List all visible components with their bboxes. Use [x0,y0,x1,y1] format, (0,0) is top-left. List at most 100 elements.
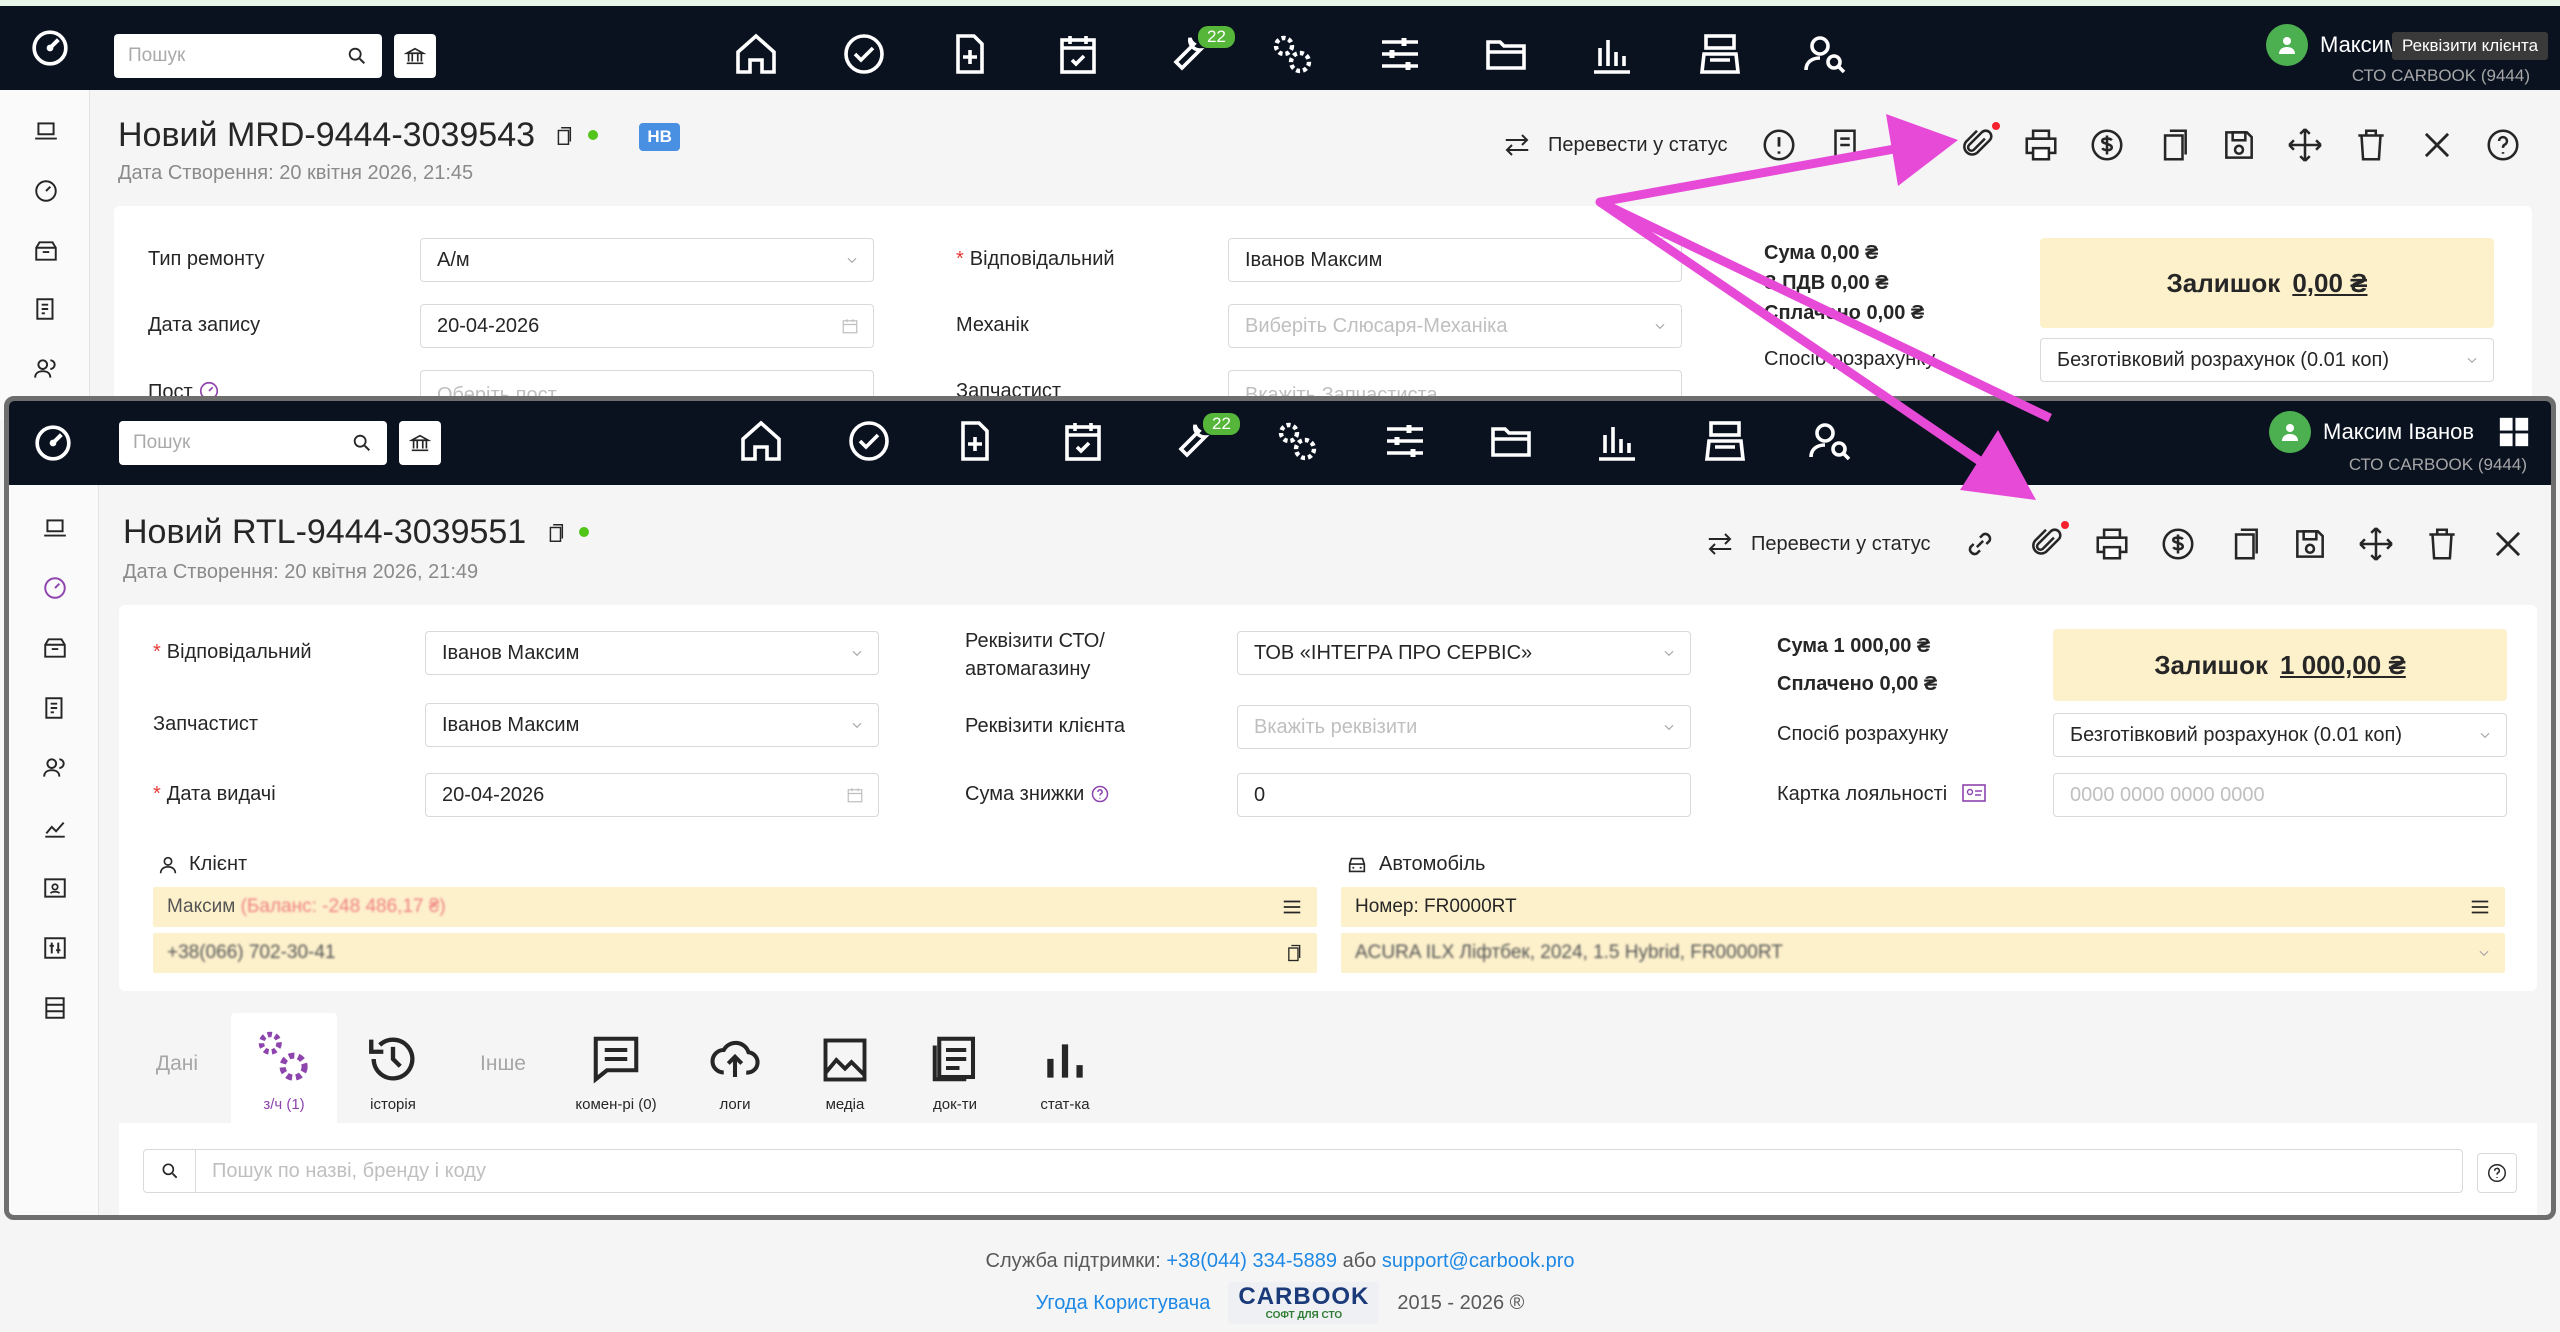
support-phone-link[interactable]: +38(044) 334-5889 [1166,1250,1337,1272]
sidebar-idcard-icon[interactable] [42,875,68,901]
tab-logs[interactable]: логи [685,1013,785,1123]
sidebar-box-icon[interactable] [42,635,68,661]
top-save-icon[interactable] [2220,126,2258,164]
top-warning-icon[interactable] [1760,126,1798,164]
bottom-close-icon[interactable] [2489,525,2527,563]
car-number-row[interactable]: Номер: FR0000RT [1341,887,2505,927]
loyalty-card-input[interactable]: 0000 0000 0000 0000 [2053,773,2507,817]
bottom-delete-icon[interactable] [2423,525,2461,563]
tab-media[interactable]: медіа [795,1013,895,1123]
bottom-payment-icon[interactable] [2159,525,2197,563]
top-move-icon[interactable] [2286,126,2324,164]
nav-new-order-icon[interactable] [946,30,994,78]
bottom-print-icon[interactable] [2093,525,2131,563]
bottom-user-menu[interactable]: Максим Іванов [2269,411,2474,453]
top-user-menu[interactable]: Максим [2266,24,2399,66]
sto-requisites-select[interactable]: ТОВ «ІНТЕГРА ПРО СЕРВІС» [1237,631,1691,675]
bottom-parts-select[interactable]: Іванов Максим [425,703,879,747]
loyalty-card-icon[interactable] [1961,783,1987,803]
nav-folder-icon[interactable] [1487,417,1535,465]
top-invoice-icon[interactable] [1826,126,1864,164]
bottom-save-icon[interactable] [2291,525,2329,563]
nav-bars-icon[interactable] [1593,417,1641,465]
sidebar-users-icon[interactable] [33,356,59,382]
top-help-icon[interactable] [2484,126,2522,164]
bottom-change-status-button[interactable]: Перевести у статус [1703,529,1931,559]
top-delete-icon[interactable] [2352,126,2390,164]
sidebar-box-icon[interactable] [33,238,59,264]
record-date-picker[interactable]: 20-04-2026 [420,304,874,348]
sidebar-laptop-icon[interactable] [42,515,68,541]
nav-home-icon[interactable] [737,417,785,465]
car-description-row[interactable]: ACURA ILX Ліфтбек, 2024, 1.5 Hybrid, FR0… [1341,933,2505,973]
tab-other[interactable]: Інше [453,1009,553,1119]
nav-new-order-icon[interactable] [951,417,999,465]
top-print-icon[interactable] [2022,126,2060,164]
tab-history[interactable]: історія [343,1013,443,1123]
bottom-move-icon[interactable] [2357,525,2395,563]
nav-sliders-icon[interactable] [1381,417,1429,465]
top-change-status-button[interactable]: Перевести у статус [1500,130,1728,160]
mechanic-select[interactable]: Виберіть Слюсаря-Механіка [1228,304,1682,348]
sidebar-laptop-icon[interactable] [33,118,59,144]
parts-search-input[interactable]: Пошук по назві, бренду і коду [143,1149,2463,1193]
nav-user-search-icon[interactable] [1807,417,1855,465]
copy-phone-icon[interactable] [1283,943,1303,963]
repair-type-select[interactable]: А/м [420,238,874,282]
nav-calendar-icon[interactable] [1054,30,1102,78]
client-requisites-select[interactable]: Вкажіть реквізити [1237,705,1691,749]
sidebar-users-icon[interactable] [42,755,68,781]
nav-gears-icon[interactable] [1273,417,1321,465]
bottom-attach-icon[interactable] [2027,521,2069,563]
sidebar-adjust-icon[interactable] [42,935,68,961]
nav-home-icon[interactable] [732,30,780,78]
hamburger-menu-icon[interactable] [2469,897,2491,917]
bottom-copy-icon[interactable] [2225,525,2263,563]
top-attach-icon[interactable] [1958,122,2000,164]
hamburger-menu-icon[interactable] [1281,897,1303,917]
nav-check-icon[interactable] [845,417,893,465]
top-payment-icon[interactable] [2088,126,2126,164]
tab-parts[interactable]: з/ч (1) [231,1013,337,1123]
sidebar-chart-icon[interactable] [42,815,68,841]
sidebar-stack-icon[interactable] [42,995,68,1021]
bottom-search-input[interactable]: Пошук [119,421,387,465]
tab-documents[interactable]: док-ти [905,1013,1005,1123]
carbook-brand-logo[interactable]: CARBOOK СОФТ ДЛЯ СТО [1228,1282,1380,1324]
remainder-value[interactable]: 1 000,00 ₴ [2280,650,2406,681]
tab-data[interactable]: Дані [127,1009,227,1119]
client-name-row[interactable]: Максим (Баланс: -248 486,17 ₴) [153,887,1317,927]
bottom-payment-select[interactable]: Безготівковий розрахунок (0.01 коп) [2053,713,2507,757]
top-copy-icon[interactable] [2154,126,2192,164]
nav-register-icon[interactable] [1696,30,1744,78]
copy-title-icon[interactable] [544,521,566,545]
bank-button[interactable] [399,421,441,465]
copy-title-icon[interactable] [552,124,574,148]
top-close-icon[interactable] [2418,126,2456,164]
bottom-link-icon[interactable] [1961,525,1999,563]
parts-help-button[interactable] [2477,1153,2517,1193]
top-payment-select[interactable]: Безготівковий розрахунок (0.01 коп) [2040,338,2494,382]
top-search-input[interactable]: Пошук [114,34,382,78]
sidebar-list-icon[interactable] [42,695,68,721]
carbook-logo-icon[interactable] [30,28,70,68]
nav-sliders-icon[interactable] [1376,30,1424,78]
discount-help-icon[interactable] [1090,784,1110,804]
carbook-logo-icon[interactable] [33,423,73,463]
sidebar-gauge-icon[interactable] [33,178,59,204]
nav-wrench-icon[interactable]: 22 [1162,26,1235,78]
bank-button[interactable] [394,34,436,78]
support-email-link[interactable]: support@carbook.pro [1382,1250,1575,1272]
discount-input[interactable]: 0 [1237,773,1691,817]
nav-folder-icon[interactable] [1482,30,1530,78]
nav-wrench-icon[interactable]: 22 [1167,413,1240,465]
grid-menu-icon[interactable] [2497,415,2531,449]
nav-bars-icon[interactable] [1588,30,1636,78]
top-link-icon[interactable] [1892,126,1930,164]
sidebar-list-icon[interactable] [33,296,59,322]
nav-user-search-icon[interactable] [1802,30,1850,78]
client-phone-row[interactable]: +38(066) 702-30-41 [153,933,1317,973]
nav-register-icon[interactable] [1701,417,1749,465]
nav-calendar-icon[interactable] [1059,417,1107,465]
sidebar-gauge-icon[interactable] [42,575,68,601]
